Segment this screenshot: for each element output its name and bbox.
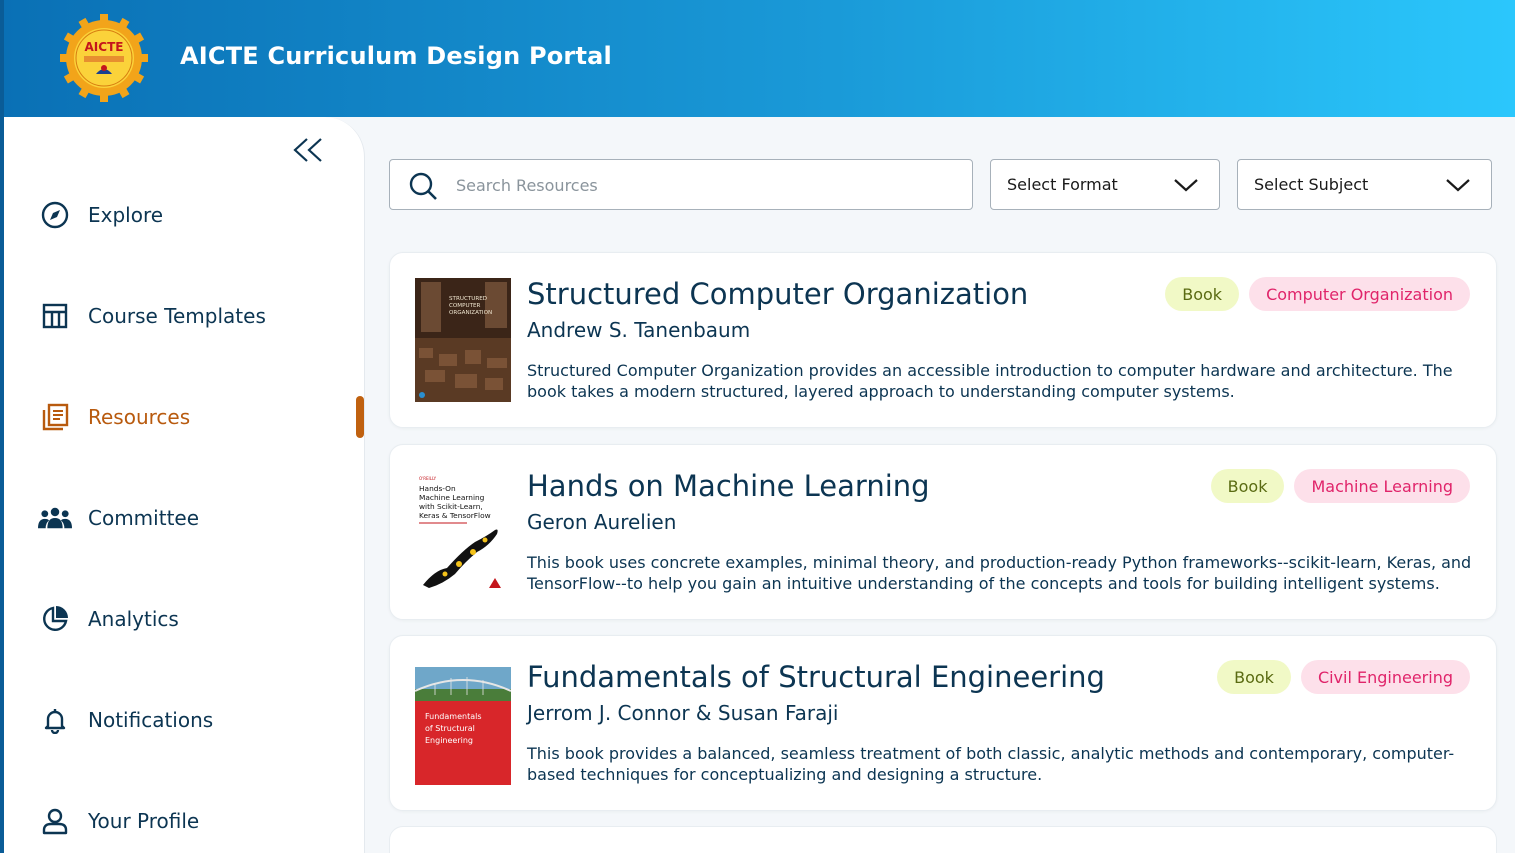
sidebar-item-label: Your Profile — [88, 809, 200, 833]
chevron-down-icon — [1446, 179, 1470, 192]
resource-tags: Book Machine Learning — [1210, 469, 1470, 503]
subject-tag: Machine Learning — [1294, 469, 1470, 503]
format-select-value: Select Format — [1007, 175, 1118, 194]
sidebar-item-label: Committee — [88, 506, 200, 530]
resource-title[interactable]: Fundamentals of Structural Engineering — [527, 660, 1105, 694]
sidebar-item-label: Explore — [88, 203, 164, 227]
sidebar-item-label: Resources — [88, 405, 191, 429]
sidebar-item-analytics[interactable]: Analytics — [4, 591, 365, 647]
resource-author: Geron Aurelien — [527, 510, 677, 534]
app-title: AICTE Curriculum Design Portal — [180, 42, 612, 70]
sidebar-item-your-profile[interactable]: Your Profile — [4, 793, 365, 849]
resource-card[interactable] — [389, 826, 1497, 853]
search-input[interactable] — [456, 172, 946, 198]
resource-title[interactable]: Structured Computer Organization — [527, 277, 1028, 311]
sidebar-item-resources[interactable]: Resources — [4, 389, 365, 445]
subject-select[interactable]: Select Subject — [1237, 159, 1492, 210]
svg-text:AICTE: AICTE — [85, 40, 124, 54]
compass-icon — [38, 198, 72, 232]
subject-tag: Civil Engineering — [1300, 660, 1470, 694]
svg-text:STRUCTURED: STRUCTURED — [449, 296, 487, 302]
sidebar-item-label: Notifications — [88, 708, 214, 732]
sidebar-item-committee[interactable]: Committee — [4, 490, 365, 546]
aicte-logo[interactable]: AICTE — [60, 14, 148, 102]
library-books-icon — [38, 400, 72, 434]
sidebar-item-explore[interactable]: Explore — [4, 187, 365, 243]
sidebar-item-label: Analytics — [88, 607, 179, 631]
svg-text:Hands-On: Hands-On — [419, 484, 456, 493]
format-tag: Book — [1217, 660, 1291, 694]
resource-card[interactable]: STRUCTURED COMPUTER ORGANIZATION Structu… — [389, 252, 1497, 428]
sidebar-item-label: Course Templates — [88, 304, 266, 328]
book-cover-image: STRUCTURED COMPUTER ORGANIZATION — [415, 278, 511, 402]
svg-text:O'REILLY: O'REILLY — [419, 476, 437, 481]
resource-card[interactable]: Fundamentals of Structural Engineering F… — [389, 635, 1497, 811]
resource-author: Jerrom J. Connor & Susan Faraji — [527, 701, 839, 725]
svg-text:with Scikit-Learn,: with Scikit-Learn, — [419, 502, 483, 511]
svg-text:COMPUTER: COMPUTER — [449, 303, 481, 309]
sidebar-item-course-templates[interactable]: Course Templates — [4, 288, 365, 344]
resource-description: Structured Computer Organization provide… — [527, 361, 1453, 401]
resource-description: This book uses concrete examples, minima… — [527, 553, 1472, 593]
table-icon — [38, 299, 72, 333]
resource-tags: Book Computer Organization — [1165, 277, 1470, 311]
resource-description: This book provides a balanced, seamless … — [527, 744, 1455, 784]
active-indicator — [356, 396, 364, 438]
format-tag: Book — [1210, 469, 1285, 503]
svg-text:Engineering: Engineering — [425, 736, 473, 745]
svg-text:Keras & TensorFlow: Keras & TensorFlow — [419, 511, 491, 520]
subject-select-value: Select Subject — [1254, 175, 1369, 194]
group-icon — [38, 501, 72, 535]
search-box[interactable] — [389, 159, 973, 210]
book-cover-image: O'REILLY Hands-On Machine Learning with … — [415, 470, 511, 594]
bell-icon — [38, 703, 72, 737]
svg-text:Machine Learning: Machine Learning — [419, 493, 485, 502]
collapse-sidebar-button[interactable] — [289, 135, 329, 165]
resource-card[interactable]: O'REILLY Hands-On Machine Learning with … — [389, 444, 1497, 620]
svg-text:Fundamentals: Fundamentals — [425, 712, 482, 721]
resource-tags: Book Civil Engineering — [1217, 660, 1470, 694]
user-icon — [38, 804, 72, 838]
sidebar: Explore Course Templates Resources Commi… — [4, 117, 365, 853]
svg-text:of Structural: of Structural — [425, 724, 475, 733]
format-select[interactable]: Select Format — [990, 159, 1220, 210]
app-header: AICTE AICTE Curriculum Design Portal — [0, 0, 1515, 117]
pie-chart-icon — [38, 602, 72, 636]
resource-title[interactable]: Hands on Machine Learning — [527, 469, 930, 503]
chevron-down-icon — [1174, 179, 1198, 192]
book-cover-image: Fundamentals of Structural Engineering — [415, 661, 511, 785]
resource-author: Andrew S. Tanenbaum — [527, 318, 751, 342]
format-tag: Book — [1165, 277, 1240, 311]
search-icon — [409, 172, 437, 200]
sidebar-item-notifications[interactable]: Notifications — [4, 692, 365, 748]
double-chevron-left-icon — [293, 138, 322, 162]
svg-text:ORGANIZATION: ORGANIZATION — [449, 310, 492, 316]
subject-tag: Computer Organization — [1249, 277, 1470, 311]
